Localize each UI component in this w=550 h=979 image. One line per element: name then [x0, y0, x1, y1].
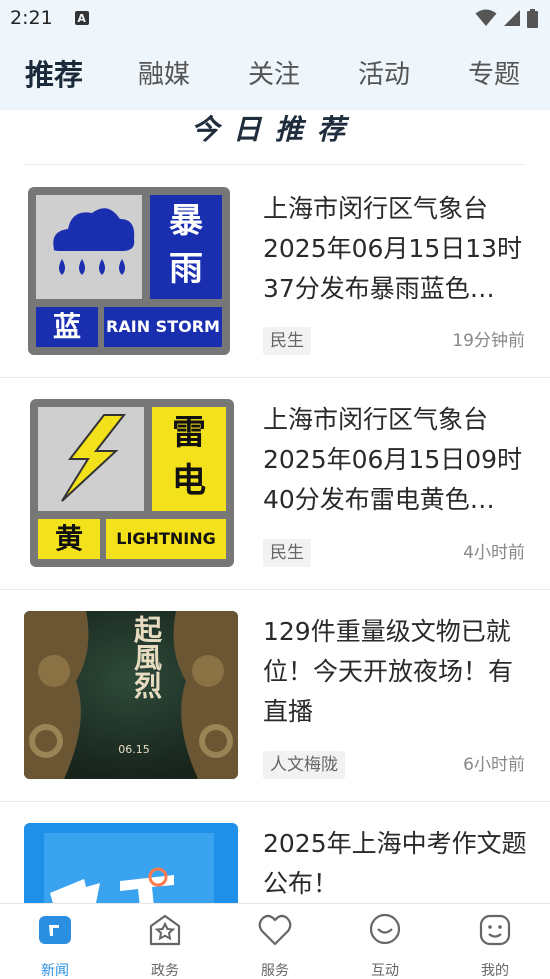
nav-label: 政务	[151, 963, 179, 979]
heart-icon	[258, 914, 292, 946]
tab-follow[interactable]: 关注	[248, 54, 300, 91]
news-time: 6小时前	[463, 755, 525, 775]
news-time: 19分钟前	[452, 331, 525, 351]
news-time: 4小时前	[463, 543, 525, 563]
news-item[interactable]: 暴 雨 蓝 RAIN STORM 上海市闵行区气象台2025年06月15日13时…	[0, 165, 550, 377]
news-tag: 民生	[263, 327, 311, 355]
nav-label: 服务	[261, 963, 289, 979]
government-icon	[149, 914, 181, 946]
news-item[interactable]: 雷 电 黄 LIGHTNING 上海市闵行区气象台2025年06月15日09时4…	[0, 378, 550, 589]
nav-news[interactable]: 新闻	[20, 912, 90, 979]
thumb-label: RAIN STORM	[106, 317, 220, 336]
status-bar: 2:21 A	[0, 0, 550, 36]
nav-profile[interactable]: 我的	[460, 912, 530, 979]
lightning-warning-thumb: 雷 电 黄 LIGHTNING	[30, 399, 234, 567]
news-icon	[39, 916, 71, 944]
profile-icon	[479, 914, 511, 946]
nav-government[interactable]: 政务	[130, 912, 200, 979]
nav-interact[interactable]: 互动	[350, 912, 420, 979]
news-title[interactable]: 129件重量级文物已就位！今天开放夜场！有直播	[263, 612, 533, 732]
status-icons	[475, 8, 538, 28]
signal-icon	[504, 10, 520, 26]
nav-label: 互动	[371, 963, 399, 979]
tab-media[interactable]: 融媒	[138, 54, 190, 91]
rainstorm-warning-thumb: 暴 雨 蓝 RAIN STORM	[28, 187, 230, 355]
a-icon: A	[74, 11, 89, 25]
news-title[interactable]: 2025年上海中考作文题公布！	[263, 824, 533, 903]
tab-topics[interactable]: 专题	[468, 54, 520, 91]
nav-label: 新闻	[41, 963, 69, 979]
bottom-nav: 新闻 政务 服务 互动 我的	[0, 903, 550, 979]
channel-tabs: 推荐 融媒 关注 活动 专题	[0, 36, 550, 110]
tab-activity[interactable]: 活动	[358, 54, 410, 91]
news-title[interactable]: 上海市闵行区气象台2025年06月15日13时37分发布暴雨蓝色…	[263, 189, 533, 309]
status-time: 2:21	[10, 7, 53, 29]
thumb-big-text: 雷	[172, 413, 206, 453]
nav-services[interactable]: 服务	[240, 912, 310, 979]
thumb-big-text: 雨	[169, 249, 203, 289]
news-item[interactable]: 2025年上海中考作文题公布！	[0, 802, 550, 903]
thumb-level: 蓝	[52, 310, 81, 343]
wifi-icon	[475, 9, 497, 26]
artifact-exhibition-thumb: 起風烈 06.15	[24, 611, 238, 779]
news-tag: 民生	[263, 539, 311, 567]
thumb-calligraphy: 起風烈	[130, 615, 163, 699]
news-tag: 人文梅陇	[263, 751, 345, 779]
thumb-date: 06.15	[118, 743, 150, 756]
thumb-big-text: 暴	[169, 201, 203, 241]
tab-recommend[interactable]: 推荐	[25, 52, 83, 94]
thumb-label: LIGHTNING	[116, 529, 216, 548]
battery-icon	[527, 8, 538, 28]
thumb-big-text: 电	[172, 461, 206, 501]
news-item[interactable]: 起風烈 06.15 129件重量级文物已就位！今天开放夜场！有直播 人文梅陇 6…	[0, 590, 550, 801]
section-title: 今日推荐	[190, 113, 359, 146]
chat-icon	[369, 913, 401, 945]
thumb-level: 黄	[54, 522, 83, 555]
exam-essay-thumb	[24, 823, 238, 903]
nav-label: 我的	[481, 963, 509, 979]
news-title[interactable]: 上海市闵行区气象台2025年06月15日09时40分发布雷电黄色…	[263, 400, 533, 520]
